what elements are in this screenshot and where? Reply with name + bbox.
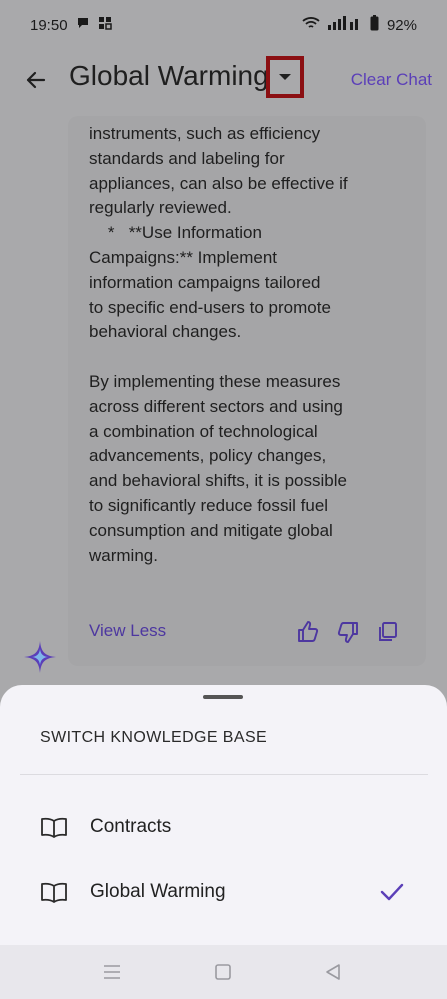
thumbs-down-icon[interactable] (336, 620, 360, 644)
status-time: 19:50 (30, 16, 68, 34)
battery-percent: 92% (386, 16, 417, 34)
assistant-sparkle-icon (23, 640, 57, 674)
message-line: regularly reviewed. (89, 198, 232, 218)
system-nav-bar (0, 945, 447, 999)
view-less-link[interactable]: View Less (89, 621, 166, 641)
signal-icon (327, 16, 362, 34)
divider (20, 774, 428, 775)
home-icon[interactable] (212, 961, 234, 983)
message-line: appliances, can also be effective if (89, 173, 348, 193)
back-arrow-icon[interactable] (22, 66, 50, 94)
chat-bubble-icon (76, 16, 90, 34)
clear-chat-button[interactable]: Clear Chat (351, 70, 432, 90)
message-line: information campaigns tailored (89, 272, 321, 292)
caret-down-icon (278, 68, 292, 86)
message-line: a combination of technological (89, 421, 318, 441)
kb-item-label: Contracts (90, 816, 172, 837)
battery-icon (370, 15, 379, 35)
message-actions (296, 620, 400, 644)
checkmark-icon (379, 879, 405, 905)
wifi-icon (302, 16, 320, 34)
menu-icon[interactable] (101, 961, 123, 983)
kb-item-global-warming[interactable]: Global Warming (0, 863, 447, 923)
kb-item-contracts[interactable]: Contracts (0, 798, 447, 858)
message-line: to significantly reduce fossil fuel (89, 495, 329, 515)
book-icon (40, 816, 68, 840)
message-line: behavioral changes. (89, 322, 242, 342)
back-triangle-icon[interactable] (322, 961, 344, 983)
message-line: Campaigns:** Implement (89, 247, 278, 267)
app-notification-icon (98, 16, 112, 34)
app-bar: Global Warming Clear Chat (0, 52, 447, 108)
message-line: advancements, policy changes, (89, 446, 327, 466)
sheet-title: SWITCH KNOWLEDGE BASE (40, 729, 268, 746)
thumbs-up-icon[interactable] (296, 620, 320, 644)
message-line: instruments, such as efficiency (89, 124, 321, 143)
book-icon (40, 881, 68, 905)
message-line: to specific end-users to promote (89, 297, 331, 317)
message-line: across different sectors and using (89, 396, 343, 416)
copy-icon[interactable] (376, 620, 400, 644)
message-line: standards and labeling for (89, 148, 285, 168)
message-line: warming. (89, 545, 158, 565)
page-title: Global Warming (69, 60, 269, 91)
assistant-message-text: instruments, such as efficiency standards… (89, 122, 389, 568)
kb-item-label: Global Warming (90, 881, 226, 902)
switch-knowledge-base-sheet: SWITCH KNOWLEDGE BASE Contracts Global W… (0, 685, 447, 945)
message-line: By implementing these measures (89, 371, 341, 391)
message-line: consumption and mitigate global (89, 520, 333, 540)
sheet-drag-handle[interactable] (203, 695, 243, 699)
knowledge-base-dropdown-button[interactable] (266, 56, 304, 98)
status-bar: 19:50 92% (0, 0, 447, 50)
message-line: * **Use Information (89, 223, 262, 243)
message-line: and behavioral shifts, it is possible (89, 471, 347, 491)
